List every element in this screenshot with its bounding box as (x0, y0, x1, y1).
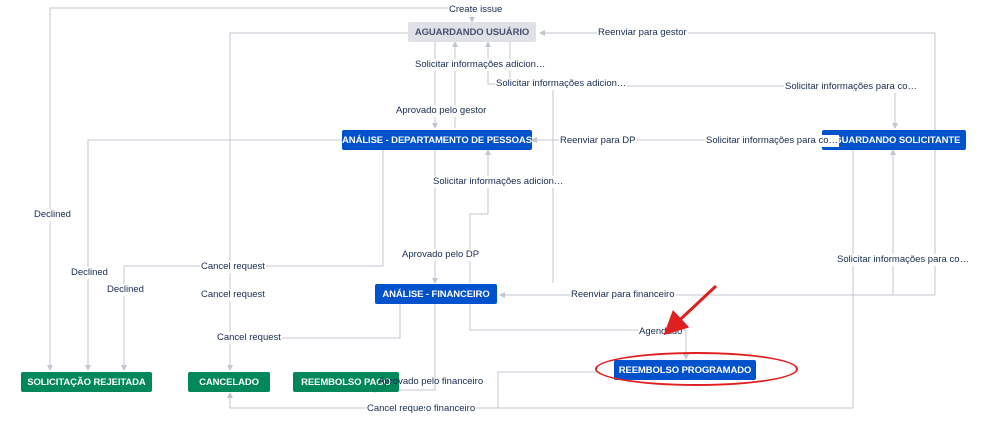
annotation-arrow (663, 284, 718, 336)
red-arrow-icon (663, 284, 718, 336)
